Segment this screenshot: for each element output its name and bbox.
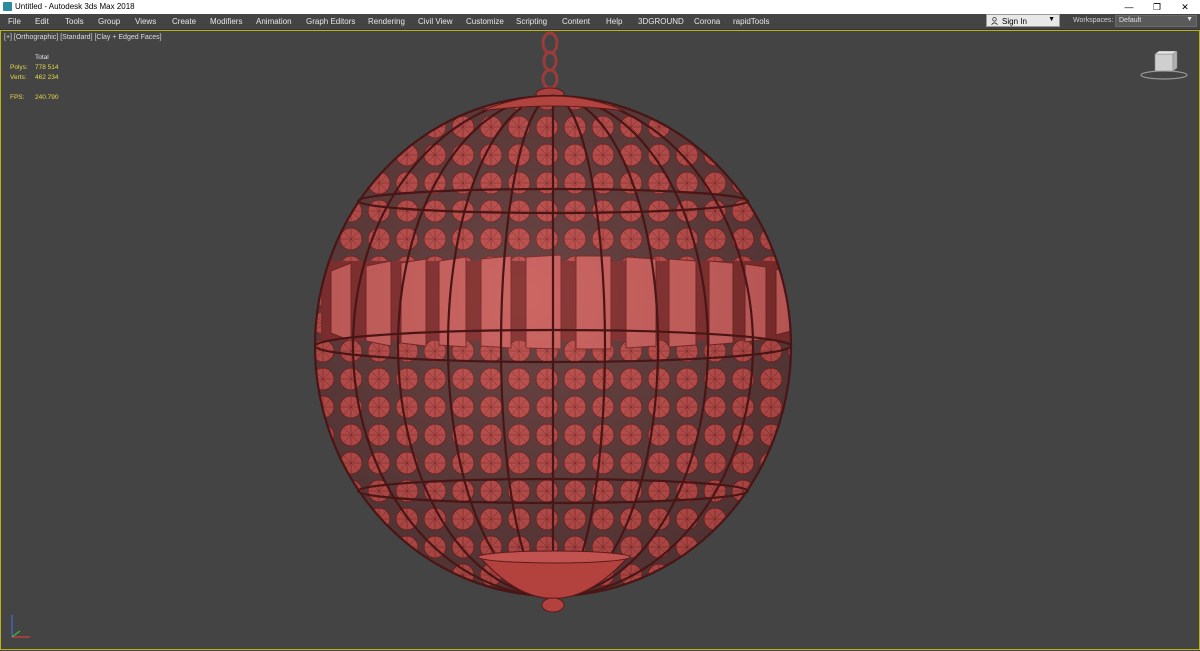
- restore-button[interactable]: ❐: [1143, 0, 1171, 14]
- menu-animation[interactable]: Animation: [256, 16, 292, 27]
- sign-in-button[interactable]: Sign In ▼: [986, 14, 1060, 27]
- chandelier-model[interactable]: [301, 31, 821, 651]
- polys-label: Polys:: [10, 64, 28, 71]
- menu-views[interactable]: Views: [135, 16, 156, 27]
- sign-in-label: Sign In: [1002, 17, 1027, 26]
- menu-modifiers[interactable]: Modifiers: [210, 16, 242, 27]
- menu-edit[interactable]: Edit: [35, 16, 49, 27]
- viewport-perspective[interactable]: [+] [Orthographic] [Standard] [Clay + Ed…: [0, 30, 1200, 650]
- menu-3dground[interactable]: 3DGROUND: [638, 16, 684, 27]
- menu-graph-editors[interactable]: Graph Editors: [306, 16, 355, 27]
- close-button[interactable]: ✕: [1171, 0, 1199, 14]
- workspaces-value: Default: [1119, 17, 1142, 24]
- title-bar: Untitled - Autodesk 3ds Max 2018 — ❐ ✕: [0, 0, 1200, 14]
- view-cube-icon[interactable]: [1139, 51, 1189, 81]
- menu-corona[interactable]: Corona: [694, 16, 720, 27]
- menu-rapidtools[interactable]: rapidTools: [733, 16, 769, 27]
- verts-label: Verts:: [10, 74, 27, 81]
- menu-group[interactable]: Group: [98, 16, 120, 27]
- menu-tools[interactable]: Tools: [65, 16, 84, 27]
- user-icon: [991, 17, 998, 25]
- polys-value: 778 514: [35, 64, 59, 71]
- menu-content[interactable]: Content: [562, 16, 590, 27]
- window-title: Untitled - Autodesk 3ds Max 2018: [15, 2, 135, 11]
- chevron-down-icon: ▼: [1186, 16, 1193, 23]
- menu-scripting[interactable]: Scripting: [516, 16, 547, 27]
- menu-file[interactable]: File: [8, 16, 21, 27]
- fps-label: FPS:: [10, 94, 25, 101]
- stats-header: Total: [35, 54, 49, 61]
- menu-customize[interactable]: Customize: [466, 16, 504, 27]
- verts-value: 462 234: [35, 74, 59, 81]
- fps-value: 240.790: [35, 94, 59, 101]
- menu-create[interactable]: Create: [172, 16, 196, 27]
- menu-help[interactable]: Help: [606, 16, 622, 27]
- minimize-button[interactable]: —: [1115, 0, 1143, 14]
- chevron-down-icon: ▼: [1048, 16, 1055, 23]
- workspaces-select[interactable]: Default ▼: [1115, 15, 1197, 27]
- menu-civil-view[interactable]: Civil View: [418, 16, 453, 27]
- axis-gizmo-icon: [11, 615, 30, 638]
- menu-rendering[interactable]: Rendering: [368, 16, 405, 27]
- viewport-label-menu[interactable]: [+] [Orthographic] [Standard] [Clay + Ed…: [4, 34, 162, 41]
- chain: [541, 31, 559, 90]
- workspaces-label: Workspaces:: [1073, 17, 1114, 24]
- app-icon: [3, 2, 12, 11]
